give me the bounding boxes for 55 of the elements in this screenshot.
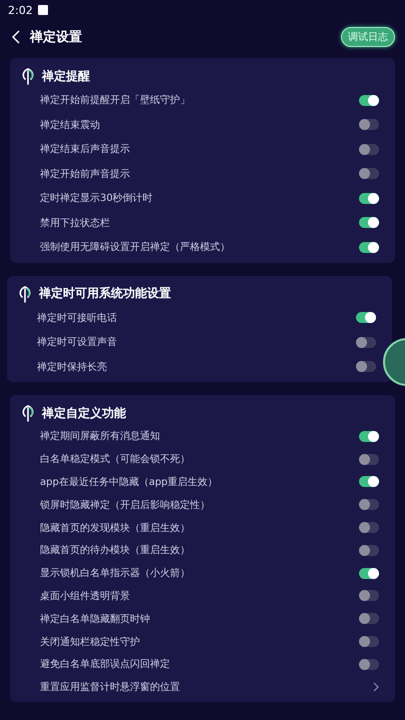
section-title: 禅定时可用系统功能设置 — [39, 285, 171, 302]
leaf-icon — [20, 67, 36, 85]
setting-label: 禅定时保持长亮 — [37, 360, 107, 374]
toggle-switch[interactable] — [359, 454, 379, 465]
setting-label: 禅定开始前提醒开启「壁纸守护」 — [40, 94, 190, 108]
setting-label: 禅定白名单隐藏翻页时钟 — [40, 612, 150, 626]
back-icon[interactable] — [12, 30, 20, 44]
setting-label: 禅定结束后声音提示 — [40, 142, 130, 156]
page-title: 禅定设置 — [30, 28, 83, 46]
toggle-switch[interactable] — [359, 613, 379, 624]
toggle-switch[interactable] — [359, 499, 379, 510]
setting-label: 禅定结束震动 — [40, 118, 100, 132]
toggle-switch[interactable] — [359, 242, 379, 253]
section-title: 禅定提醒 — [42, 68, 90, 84]
debug-log-button[interactable]: 调试日志 — [341, 27, 395, 47]
toggle-switch[interactable] — [359, 168, 379, 180]
toggle-switch[interactable] — [359, 522, 379, 534]
toggle-switch[interactable] — [359, 217, 379, 228]
setting-label: 强制使用无障碍设置开启禅定（严格模式） — [40, 240, 230, 254]
leaf-icon — [17, 284, 33, 302]
setting-label: 显示锁机白名单指示器（小火箭） — [40, 566, 190, 580]
toggle-switch[interactable] — [359, 658, 379, 670]
toggle-switch[interactable] — [356, 361, 376, 372]
setting-label: 禅定时可接听电话 — [37, 312, 117, 325]
toggle-switch[interactable] — [359, 119, 379, 130]
toggle-switch[interactable] — [359, 636, 379, 648]
leaf-icon — [20, 404, 36, 422]
setting-label: 隐藏首页的待办模块（重启生效） — [40, 544, 190, 558]
status-time: 2:02 — [8, 4, 33, 16]
toggle-switch[interactable] — [359, 568, 379, 579]
setting-label: 白名单稳定模式（可能会锁不死） — [40, 452, 190, 466]
section-title: 禅定自定义功能 — [42, 404, 126, 422]
toggle-switch[interactable] — [359, 94, 379, 106]
toggle-switch[interactable] — [359, 590, 379, 602]
toggle-switch[interactable] — [359, 430, 379, 442]
toggle-switch[interactable] — [359, 544, 379, 556]
chevron-icon[interactable] — [373, 682, 379, 692]
setting-label: 禅定时可设置声音 — [37, 336, 117, 350]
setting-label: 重置应用监督计时悬浮窗的位置 — [40, 680, 180, 694]
toggle-switch[interactable] — [359, 144, 379, 155]
toggle-switch[interactable] — [359, 476, 379, 488]
notification-icon — [38, 5, 48, 15]
setting-label: 桌面小组件透明背景 — [40, 590, 130, 603]
setting-label: 关闭通知栏稳定性守护 — [40, 636, 140, 649]
setting-label: 禅定期间屏蔽所有消息通知 — [40, 430, 160, 444]
setting-label: 隐藏首页的发现模块（重启生效） — [40, 522, 190, 535]
setting-label: app在最近任务中隐藏（app重启生效） — [40, 476, 218, 489]
toggle-switch[interactable] — [359, 192, 379, 204]
setting-label: 禁用下拉状态栏 — [40, 216, 110, 230]
setting-label: 锁屏时隐藏禅定（开启后影响稳定性） — [40, 498, 210, 512]
setting-label: 避免白名单底部误点闪回禅定 — [40, 658, 170, 672]
setting-label: 定时禅定显示30秒倒计时 — [40, 192, 153, 206]
toggle-switch[interactable] — [356, 312, 376, 324]
toggle-switch[interactable] — [356, 336, 376, 348]
setting-label: 禅定开始前声音提示 — [40, 168, 130, 181]
